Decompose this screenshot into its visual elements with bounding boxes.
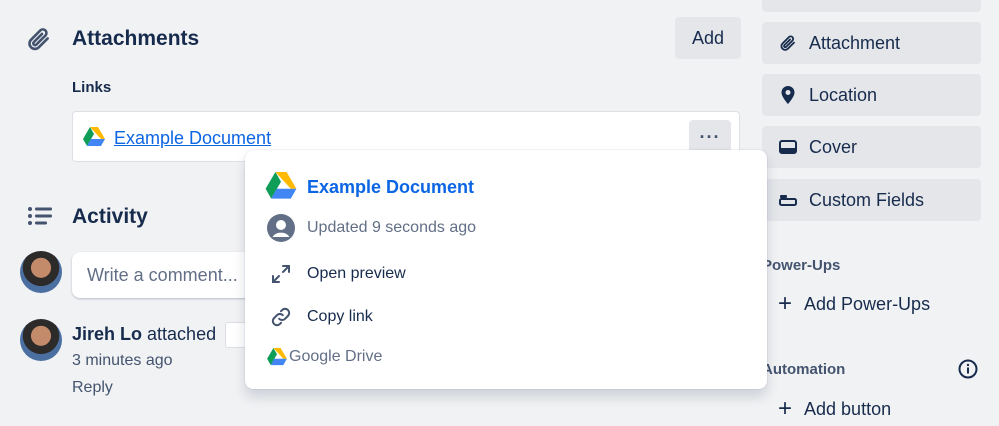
links-label: Links <box>72 79 112 96</box>
link-icon <box>267 306 295 328</box>
paperclip-icon <box>778 34 798 52</box>
sidebar-attachment-button[interactable]: Attachment <box>762 22 981 64</box>
sidebar-cover-button[interactable]: Cover <box>762 126 981 168</box>
copy-link-label: Copy link <box>307 308 373 325</box>
link-preview-popup: Example Document Updated 9 seconds ago O… <box>245 150 767 389</box>
popup-updated-row: Updated 9 seconds ago <box>267 214 476 242</box>
sidebar-button-label: Attachment <box>809 32 901 53</box>
activity-action: attached <box>147 323 217 344</box>
plus-icon: + <box>778 395 793 422</box>
location-pin-icon <box>778 86 798 104</box>
cover-icon <box>778 140 798 154</box>
automation-label: Automation <box>762 361 846 378</box>
activity-entry: Jireh Lo attached <box>72 322 248 348</box>
popup-source-label: Google Drive <box>289 348 383 365</box>
reply-link[interactable]: Reply <box>72 379 113 397</box>
avatar[interactable] <box>20 251 62 293</box>
sidebar-button-label: Custom Fields <box>809 189 925 210</box>
avatar[interactable] <box>20 319 62 361</box>
google-drive-icon <box>267 348 287 366</box>
add-automation-button[interactable]: + Add button <box>778 397 891 421</box>
activity-author[interactable]: Jireh Lo <box>72 324 142 344</box>
popup-source: Google Drive <box>267 348 382 366</box>
sidebar-location-button[interactable]: Location <box>762 74 981 116</box>
attachments-title: Attachments <box>72 27 200 50</box>
activity-timestamp[interactable]: 3 minutes ago <box>72 352 173 370</box>
add-button-label: Add button <box>804 398 892 419</box>
sidebar-custom-fields-button[interactable]: Custom Fields <box>762 179 981 221</box>
add-powerups-label: Add Power-Ups <box>804 293 931 314</box>
add-powerups-button[interactable]: + Add Power-Ups <box>778 292 930 316</box>
info-icon[interactable] <box>958 359 978 379</box>
sidebar-button-label: Cover <box>809 136 858 157</box>
sidebar-button-partial[interactable] <box>762 0 981 12</box>
sidebar-button-label: Location <box>809 84 878 105</box>
paperclip-icon <box>26 26 52 52</box>
add-attachment-button[interactable]: Add <box>675 17 741 59</box>
activity-list-icon <box>27 206 53 226</box>
comment-input[interactable]: Write a comment... <box>72 252 272 298</box>
copy-link-action[interactable]: Copy link <box>267 306 373 328</box>
popup-document-title[interactable]: Example Document <box>307 177 474 198</box>
custom-fields-icon <box>778 193 798 207</box>
powerups-label: Power-Ups <box>762 257 841 274</box>
plus-icon: + <box>778 290 793 317</box>
attachment-chip[interactable] <box>225 322 248 348</box>
google-drive-icon <box>83 127 105 147</box>
link-attachment-title[interactable]: Example Document <box>114 128 271 149</box>
activity-title: Activity <box>72 205 148 228</box>
more-actions-button[interactable]: ··· <box>689 120 731 154</box>
popup-updated-text: Updated 9 seconds ago <box>307 219 477 236</box>
google-drive-icon <box>265 172 297 200</box>
expand-icon <box>267 264 295 284</box>
user-avatar-icon <box>267 214 295 242</box>
open-preview-label: Open preview <box>307 265 406 282</box>
open-preview-action[interactable]: Open preview <box>267 264 406 284</box>
